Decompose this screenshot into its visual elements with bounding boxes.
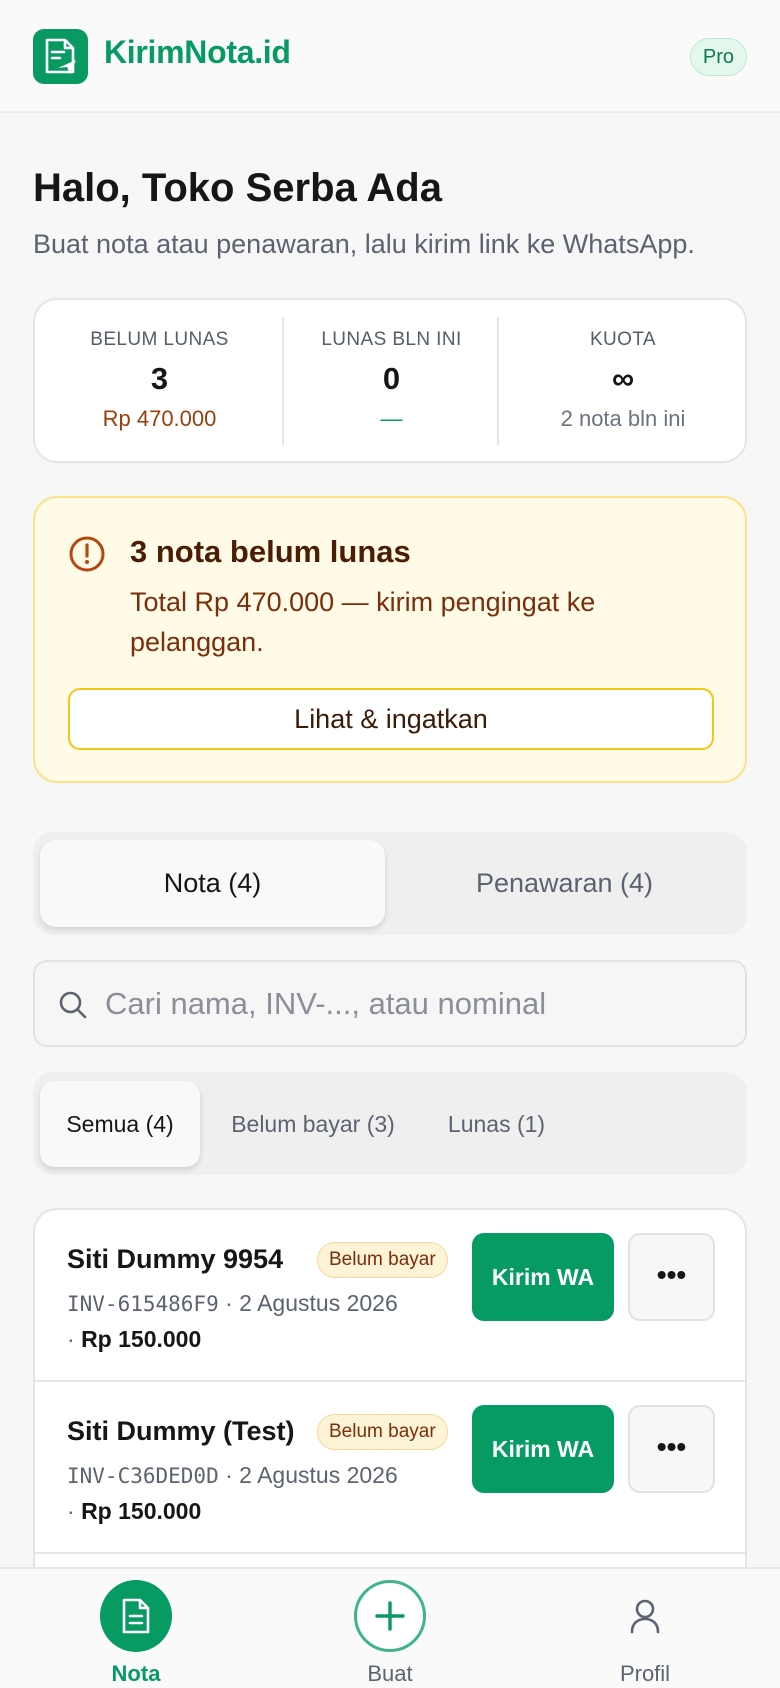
nav-label: Profil [619, 1661, 671, 1686]
separator: · [67, 1326, 82, 1352]
stat-unpaid: BELUM LUNAS 3 Rp 470.000 [35, 300, 284, 461]
logo[interactable] [33, 29, 88, 84]
send-whatsapp-button[interactable]: Kirim WA [472, 1233, 614, 1321]
filter-unpaid[interactable]: Belum bayar (3) [217, 1081, 409, 1167]
page-subtitle: Buat nota atau penawaran, lalu kirim lin… [33, 229, 695, 259]
more-options-button[interactable]: ••• [628, 1405, 715, 1493]
nav-icon-circle [100, 1580, 172, 1652]
document-icon [122, 1598, 150, 1634]
stat-label: BELUM LUNAS [90, 329, 229, 350]
stat-sub: 2 nota bln ini [560, 406, 686, 431]
list-item[interactable]: Siti Dummy 9954 Belum bayar INV-615486F9… [35, 1210, 745, 1382]
stat-quota: KUOTA ∞ 2 nota bln ini [499, 300, 747, 461]
stat-value: 3 [150, 361, 169, 396]
invoice-date: 2 Agustus 2026 [239, 1462, 398, 1488]
alert-text: Total Rp 470.000 — kirim pengingat ke pe… [130, 587, 596, 657]
nav-profil[interactable]: Profil [565, 1569, 725, 1688]
bottom-nav: Nota Buat Profil [0, 1567, 780, 1688]
nav-label: Buat [367, 1661, 413, 1686]
stat-paid-month: LUNAS BLN INI 0 — [284, 300, 499, 461]
stat-label: KUOTA [589, 329, 657, 350]
filter-paid[interactable]: Lunas (1) [445, 1081, 548, 1167]
view-remind-button[interactable]: Lihat & ingatkan [68, 688, 714, 750]
plan-badge: Pro [689, 38, 747, 76]
user-icon [630, 1599, 660, 1634]
warning-circle-icon [69, 536, 105, 572]
customer-name: Siti Dummy (Test) [67, 1416, 295, 1446]
stat-sub: Rp 470.000 [102, 406, 217, 431]
search-box [33, 960, 747, 1047]
customer-name: Siti Dummy 9954 [67, 1244, 284, 1274]
search-icon [59, 991, 87, 1019]
invoice-amount-line: · Rp 150.000 [67, 1326, 201, 1353]
stats-card: BELUM LUNAS 3 Rp 470.000 LUNAS BLN INI 0… [33, 298, 747, 463]
page-title: Halo, Toko Serba Ada [33, 166, 442, 210]
filter-all[interactable]: Semua (4) [40, 1081, 200, 1167]
app-header: KirimNota.id Pro [0, 0, 780, 113]
stat-label: LUNAS BLN INI [321, 329, 462, 350]
invoice-code: INV-615486F9 [67, 1292, 219, 1316]
search-input[interactable] [105, 974, 725, 1034]
stat-sub: — [380, 406, 403, 431]
invoice-amount-line: · Rp 150.000 [67, 1498, 201, 1525]
status-badge: Belum bayar [317, 1242, 448, 1278]
nav-buat[interactable]: Buat [310, 1569, 470, 1688]
stat-value: ∞ [611, 361, 635, 396]
separator: · [225, 1462, 240, 1488]
invoice-code: INV-C36DED0D [67, 1464, 219, 1488]
more-options-button[interactable]: ••• [628, 1233, 715, 1321]
nav-icon-circle [354, 1580, 426, 1652]
tab-penawaran[interactable]: Penawaran (4) [389, 840, 740, 927]
nav-nota[interactable]: Nota [56, 1569, 216, 1688]
document-send-icon [45, 38, 76, 74]
nav-label: Nota [111, 1661, 161, 1686]
alert-title: 3 nota belum lunas [130, 534, 411, 569]
invoice-amount: Rp 150.000 [81, 1326, 202, 1352]
nav-icon-circle [609, 1580, 681, 1652]
status-badge: Belum bayar [317, 1414, 448, 1450]
invoice-meta: INV-C36DED0D · 2 Agustus 2026 [67, 1462, 398, 1489]
unpaid-alert: 3 nota belum lunas Total Rp 470.000 — ki… [33, 496, 747, 783]
doc-type-tabs: Nota (4) Penawaran (4) [33, 832, 747, 935]
invoice-meta: INV-615486F9 · 2 Agustus 2026 [67, 1290, 398, 1317]
separator: · [67, 1498, 82, 1524]
plus-icon [375, 1601, 405, 1631]
invoice-date: 2 Agustus 2026 [239, 1290, 398, 1316]
invoice-amount: Rp 150.000 [81, 1498, 202, 1524]
separator: · [225, 1290, 240, 1316]
brand-name: KirimNota.id [104, 34, 291, 70]
tab-nota[interactable]: Nota (4) [40, 840, 385, 927]
send-whatsapp-button[interactable]: Kirim WA [472, 1405, 614, 1493]
status-filters: Semua (4) Belum bayar (3) Lunas (1) [33, 1072, 747, 1175]
stat-value: 0 [382, 361, 401, 396]
list-item[interactable]: Siti Dummy (Test) Belum bayar INV-C36DED… [35, 1382, 745, 1554]
